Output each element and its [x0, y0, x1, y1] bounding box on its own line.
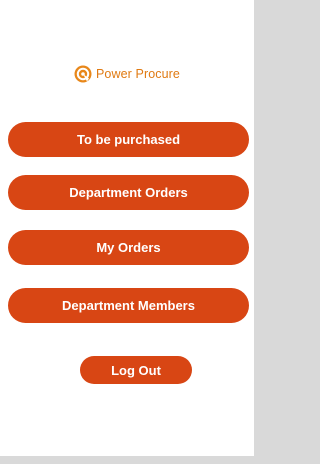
power-procure-logo-icon [74, 65, 92, 83]
log-out-button[interactable]: Log Out [80, 356, 192, 384]
main-panel: Power Procure To be purchased Department… [0, 0, 254, 456]
department-orders-button[interactable]: Department Orders [8, 175, 249, 210]
my-orders-button[interactable]: My Orders [8, 230, 249, 265]
department-members-button[interactable]: Department Members [8, 288, 249, 323]
to-be-purchased-button[interactable]: To be purchased [8, 122, 249, 157]
brand-logo: Power Procure [74, 64, 180, 84]
brand-name: Power Procure [96, 67, 180, 81]
